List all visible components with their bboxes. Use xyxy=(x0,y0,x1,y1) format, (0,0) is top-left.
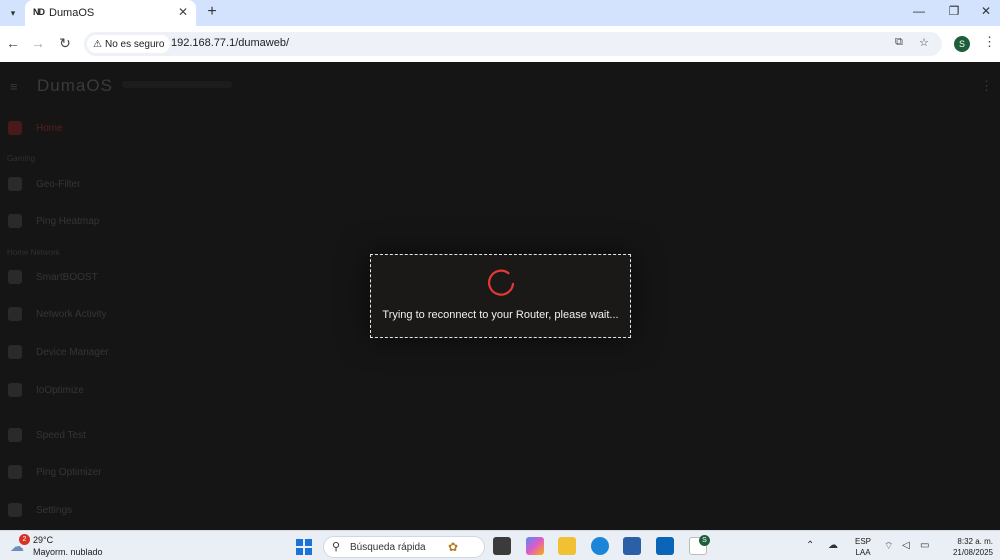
reload-icon[interactable]: ↻ xyxy=(56,35,74,52)
sidebar-item-label: Speed Test xyxy=(36,429,86,441)
search-highlight-icon: ✿ xyxy=(448,540,459,554)
sidebar: Home Gaming Geo-Filter Ping Heatmap Home… xyxy=(0,112,120,530)
tab-title: DumaOS xyxy=(49,7,95,19)
outlook-icon[interactable] xyxy=(656,537,674,555)
windows-taskbar: ☁ 2 29°C Mayorm. nublado ⚲ Búsqueda rápi… xyxy=(0,530,1000,560)
microsoft-store-icon[interactable] xyxy=(623,537,641,555)
clock-date: 21/08/2025 xyxy=(952,548,993,557)
search-icon: ⚲ xyxy=(332,541,341,553)
file-explorer-icon[interactable] xyxy=(558,537,576,555)
sidebar-item-label: IoOptimize xyxy=(36,384,84,396)
browser-toolbar: ← → ↻ ⚠ No es seguro 192.168.77.1/dumawe… xyxy=(0,26,1000,62)
gauge-icon xyxy=(8,383,22,397)
browser-tab-strip: ▾ ND DumaOS ✕ + — ❐ ✕ xyxy=(0,0,1000,26)
sidebar-section-gaming: Gaming xyxy=(7,154,36,163)
weather-temperature[interactable]: 29°C xyxy=(33,535,53,545)
app-header: ≡ DumaOS ⋮ xyxy=(0,62,1000,112)
activity-icon xyxy=(8,307,22,321)
taskbar-search[interactable]: ⚲ Búsqueda rápida ✿ xyxy=(323,536,485,558)
header-placeholder xyxy=(122,81,232,88)
sidebar-item-home[interactable]: Home xyxy=(0,118,120,138)
browser-menu-icon[interactable]: ⋮ xyxy=(983,34,996,50)
wifi-icon[interactable]: ⌔ xyxy=(884,540,893,553)
sidebar-item-device-manager[interactable]: Device Manager xyxy=(0,342,120,362)
sidebar-item-smartboost[interactable]: SmartBOOST xyxy=(0,267,120,287)
security-chip[interactable]: ⚠ No es seguro xyxy=(87,35,171,53)
sidebar-item-label: Network Activity xyxy=(36,308,107,320)
sidebar-section-home-network: Home Network xyxy=(7,248,60,257)
hamburger-menu-icon[interactable]: ≡ xyxy=(10,79,18,94)
system-clock[interactable]: 8:32 a. m. 21/08/2025 xyxy=(945,536,993,558)
sidebar-item-network-activity[interactable]: Network Activity xyxy=(0,304,120,324)
loading-spinner-icon xyxy=(488,269,515,296)
warning-icon: ⚠ xyxy=(93,38,102,50)
heatmap-icon xyxy=(8,214,22,228)
security-label: No es seguro xyxy=(104,38,165,50)
sidebar-item-ioptimize[interactable]: IoOptimize xyxy=(0,380,120,400)
sidebar-item-label: Ping Heatmap xyxy=(36,215,100,227)
window-close-icon[interactable]: ✕ xyxy=(976,4,996,18)
tray-overflow-icon[interactable]: ⌃ xyxy=(806,540,814,551)
copilot-icon[interactable] xyxy=(526,537,544,555)
tab-search-icon[interactable]: ▾ xyxy=(3,3,23,23)
language-code: ESP xyxy=(855,537,872,546)
sidebar-item-label: Ping Optimizer xyxy=(36,466,102,478)
sidebar-item-label: Settings xyxy=(36,504,73,516)
clock-time: 8:32 a. m. xyxy=(957,537,993,546)
dumaos-logo: DumaOS xyxy=(37,76,113,95)
browser-tab[interactable]: ND DumaOS ✕ xyxy=(25,0,196,26)
task-view-icon[interactable] xyxy=(493,537,511,555)
location-pin-icon xyxy=(8,177,22,191)
url-text[interactable]: 192.168.77.1/dumaweb/ xyxy=(171,37,289,49)
edge-browser-icon[interactable] xyxy=(591,537,609,555)
restore-icon[interactable]: ❐ xyxy=(944,4,964,18)
sidebar-item-label: Device Manager xyxy=(36,346,109,358)
dumaos-favicon-icon: ND xyxy=(33,7,45,17)
speedometer-icon xyxy=(8,270,22,284)
sidebar-item-label: SmartBOOST xyxy=(36,271,98,283)
reconnect-message: Trying to reconnect to your Router, plea… xyxy=(382,309,619,321)
app-menu-icon[interactable]: ⋮ xyxy=(980,78,993,94)
forward-icon[interactable]: → xyxy=(29,35,47,51)
sidebar-item-ping-heatmap[interactable]: Ping Heatmap xyxy=(0,211,120,231)
sidebar-item-ping-optimizer[interactable]: Ping Optimizer xyxy=(0,462,120,482)
notification-badge: 2 xyxy=(19,534,30,545)
weather-condition[interactable]: Mayorm. nublado xyxy=(33,547,103,557)
windows-logo-icon xyxy=(296,539,303,546)
volume-icon[interactable]: ◁ xyxy=(902,540,910,551)
sidebar-item-settings[interactable]: Settings xyxy=(0,500,120,520)
minimize-icon[interactable]: — xyxy=(909,4,929,18)
keyboard-layout: LAA xyxy=(855,548,871,557)
sidebar-item-label: Home xyxy=(36,122,63,134)
search-placeholder: Búsqueda rápida xyxy=(350,542,426,553)
app-badge: S xyxy=(699,535,710,546)
new-tab-icon[interactable]: + xyxy=(203,3,221,23)
input-language[interactable]: ESP LAA xyxy=(855,536,871,558)
rocket-icon xyxy=(8,465,22,479)
battery-icon[interactable]: ▭ xyxy=(920,540,929,551)
start-button[interactable] xyxy=(296,539,312,555)
home-icon xyxy=(8,121,22,135)
address-bar[interactable]: ⚠ No es seguro 192.168.77.1/dumaweb/ ⧉ ☆ xyxy=(84,32,942,56)
profile-avatar[interactable]: S xyxy=(954,36,970,52)
reconnect-dialog: Trying to reconnect to your Router, plea… xyxy=(370,254,631,338)
onedrive-icon[interactable]: ☁ xyxy=(828,540,838,551)
gear-icon xyxy=(8,503,22,517)
sidebar-item-geo-filter[interactable]: Geo-Filter xyxy=(0,174,120,194)
translate-icon[interactable]: ⧉ xyxy=(895,36,903,49)
sidebar-item-label: Geo-Filter xyxy=(36,178,81,190)
sidebar-item-speed-test[interactable]: Speed Test xyxy=(0,425,120,445)
speed-test-icon xyxy=(8,428,22,442)
back-icon[interactable]: ← xyxy=(4,35,22,51)
devices-icon xyxy=(8,345,22,359)
tab-close-icon[interactable]: ✕ xyxy=(178,5,188,19)
bookmark-star-icon[interactable]: ☆ xyxy=(919,36,929,49)
